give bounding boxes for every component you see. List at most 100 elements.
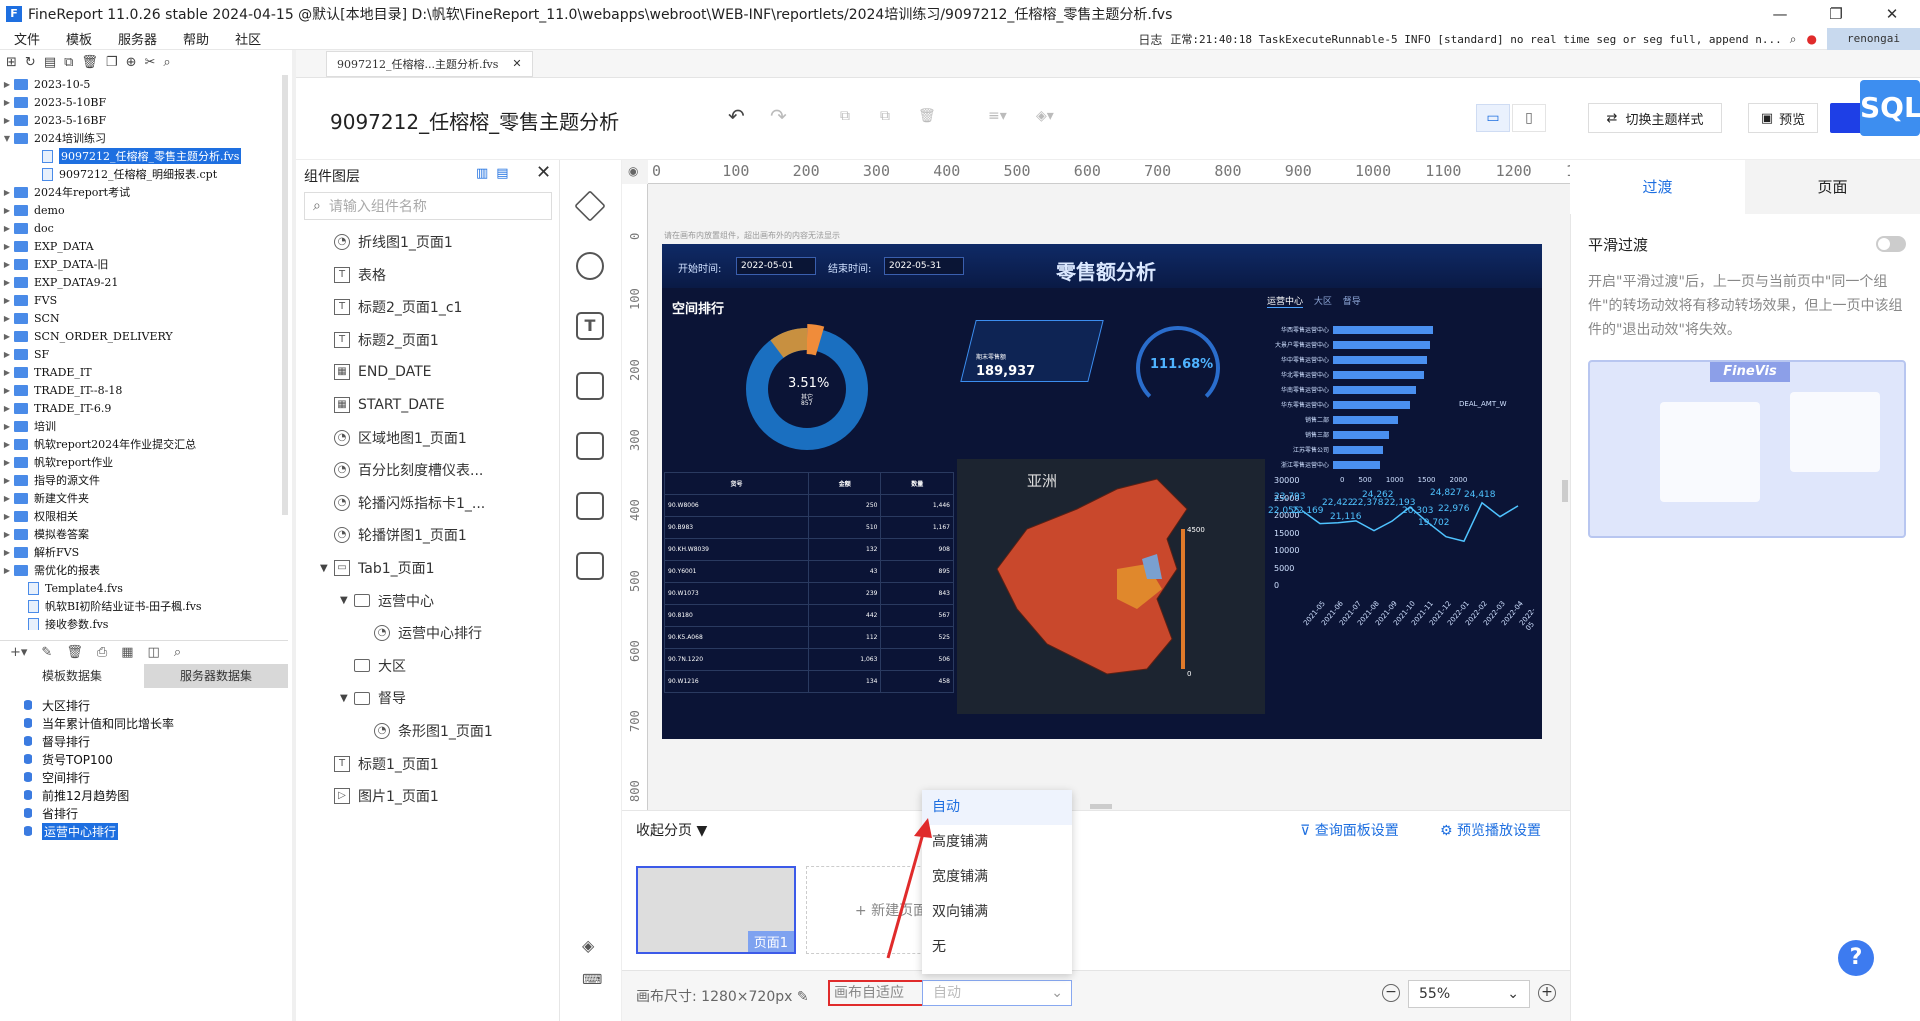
copy-icon[interactable]: ⧉ (64, 55, 73, 70)
chevron-right-icon[interactable]: ▶ (0, 386, 14, 395)
option-none[interactable]: 无 (922, 930, 1072, 965)
tree-item[interactable]: ▶ EXP_DATA9-21 (0, 273, 288, 291)
column-header[interactable]: 金额 (807, 472, 882, 495)
table-row[interactable]: 90.K5.A068 112 525 (664, 626, 954, 649)
log-label[interactable]: 日志 (1138, 31, 1162, 48)
start-date-field[interactable]: 2022-05-01 (736, 257, 816, 275)
menu-server[interactable]: 服务器 (104, 29, 169, 48)
layer-view-icons[interactable]: ▥▤ (476, 166, 517, 181)
dataset-item[interactable]: 空间排行 (0, 768, 288, 786)
tree-scrollbar[interactable] (282, 75, 288, 515)
delete-icon[interactable]: 🗑 (81, 55, 98, 70)
save-button[interactable] (1830, 103, 1864, 133)
archive-component-icon[interactable] (576, 552, 604, 580)
column-header[interactable]: 货号 (664, 472, 809, 495)
layer-item[interactable]: ◔ 轮播饼图1_页面1 (320, 523, 467, 547)
layer-item[interactable]: ▼ 运营中心 (340, 589, 434, 613)
dataset-db-icon[interactable]: ◫ (148, 645, 160, 660)
switch-theme-button[interactable]: ⇄ 切换主题样式 (1588, 103, 1722, 133)
tree-item[interactable]: ▶ 权限相关 (0, 507, 288, 525)
chevron-right-icon[interactable]: ▶ (0, 224, 14, 233)
dash-tab-ops-center[interactable]: 运营中心 (1267, 297, 1304, 308)
chevron-right-icon[interactable]: ▶ (0, 476, 14, 485)
edit-dataset-icon[interactable]: ✎ (41, 645, 52, 660)
caret-down-icon[interactable]: ▼ (320, 563, 334, 574)
open-icon[interactable]: ▤ (44, 55, 56, 70)
dashboard-title[interactable]: 零售额分析 (1056, 256, 1156, 285)
layer-item[interactable]: T 标题1_页面1 (320, 752, 439, 776)
tree-item[interactable]: 9097212_任榕榕_零售主题分析.fvs (0, 147, 288, 165)
chevron-right-icon[interactable]: ▶ (0, 548, 14, 557)
chevron-right-icon[interactable]: ▶ (0, 116, 14, 125)
tree-item[interactable]: ▶ 解析FVS (0, 543, 288, 561)
layer-item[interactable]: ◔ 折线图1_页面1 (320, 230, 453, 254)
chevron-right-icon[interactable]: ▶ (0, 206, 14, 215)
product-table[interactable]: 货号 金额 数量 90.W8006 250 1,446 90.B983 510 1,167 90.… (664, 472, 954, 693)
locate-icon[interactable]: ⊕ (126, 55, 137, 70)
close-layers-icon[interactable]: ✕ (536, 162, 551, 183)
layer-item[interactable]: ◔ 运营中心排行 (360, 621, 482, 645)
dataset-item[interactable]: 大区排行 (0, 696, 288, 714)
search-tree-icon[interactable]: ⌕ (163, 55, 170, 70)
chevron-right-icon[interactable]: ▶ (0, 530, 14, 539)
tree-item[interactable]: ▶ EXP_DATA (0, 237, 288, 255)
dashboard-canvas[interactable]: 零售额分析 开始时间: 2022-05-01 结束时间: 2022-05-31 … (662, 244, 1542, 739)
collapse-pages-button[interactable]: 收起分页 ▼ (636, 820, 707, 840)
canvas-size-label[interactable]: 画布尺寸: 1280×720px ✎ (636, 986, 809, 1006)
chevron-right-icon[interactable]: ▶ (0, 512, 14, 521)
bar[interactable] (1333, 415, 1398, 424)
tab-server-dataset[interactable]: 服务器数据集 (144, 664, 288, 688)
end-date-field[interactable]: 2022-05-31 (884, 257, 964, 275)
page-title[interactable]: 9097212_任榕榕_零售主题分析 (330, 106, 619, 135)
chevron-right-icon[interactable]: ▶ (0, 440, 14, 449)
chevron-right-icon[interactable]: ▶ (0, 458, 14, 467)
delete-component-icon[interactable]: 🗑 (918, 108, 936, 124)
search-dataset-icon[interactable]: ⌕ (174, 645, 181, 660)
option-auto[interactable]: 自动 (922, 790, 1072, 825)
tree-item[interactable]: ▶ 帆软report2024年作业提交汇总 (0, 435, 288, 453)
tree-item[interactable]: ▼ 2024培训练习 (0, 129, 288, 147)
tree-item[interactable]: 9097212_任榕榕_明细报表.cpt (0, 165, 288, 183)
tree-item[interactable]: ▶ 模拟卷答案 (0, 525, 288, 543)
chevron-right-icon[interactable]: ▶ (0, 494, 14, 503)
keyboard-icon[interactable]: ⌨ (582, 972, 602, 988)
dash-tab-supervisor[interactable]: 督导 (1343, 297, 1361, 307)
query-panel-settings-button[interactable]: ⊽ 查询面板设置 (1300, 820, 1399, 840)
delete-dataset-icon[interactable]: 🗑 (66, 645, 83, 660)
tree-item[interactable]: ▶ SCN (0, 309, 288, 327)
bar[interactable] (1333, 370, 1425, 379)
media-component-icon[interactable] (576, 372, 604, 400)
tree-item[interactable]: ▶ 2023-5-16BF (0, 111, 288, 129)
menu-community[interactable]: 社区 (221, 29, 273, 48)
tree-item[interactable]: ▶ demo (0, 201, 288, 219)
tree-item[interactable]: 帆软BI初阶结业证书-田子楓.fvs (0, 597, 288, 615)
chart-component-icon[interactable] (576, 252, 604, 280)
bar[interactable] (1333, 430, 1390, 439)
layer-item[interactable]: ▼ 督导 (340, 686, 406, 710)
space-ranking-title[interactable]: 空间排行 (672, 298, 724, 317)
column-header[interactable]: 数量 (880, 472, 954, 495)
tree-item[interactable]: ▶ 2023-5-10BF (0, 93, 288, 111)
add-dataset-icon[interactable]: +▾ (10, 645, 27, 660)
paste-component-icon[interactable]: ⧉ (880, 108, 890, 124)
option-fit-width[interactable]: 宽度铺满 (922, 860, 1072, 895)
table-row[interactable]: 90.8180 442 567 (664, 604, 954, 627)
restore-icon[interactable]: ❐ (1808, 0, 1864, 28)
chevron-right-icon[interactable]: ▶ (0, 260, 14, 269)
zoom-out-icon[interactable]: − (1382, 984, 1400, 1002)
tab-transition[interactable]: 过渡 (1570, 160, 1745, 214)
dataset-cache-icon[interactable]: ▦ (121, 645, 133, 660)
ops-center-bar-chart[interactable]: 华西零售运营中心 大景户零售运营中心 华中零售运营中心 华北零售运营中心 华南零售运营中… (1268, 322, 1518, 472)
chevron-right-icon[interactable]: ▶ (0, 422, 14, 431)
option-fit-both[interactable]: 双向铺满 (922, 895, 1072, 930)
autofit-select[interactable]: 自动 ⌄ (922, 980, 1072, 1006)
tree-item[interactable]: ▶ 2024年report考试 (0, 183, 288, 201)
chevron-right-icon[interactable]: ▶ (0, 98, 14, 107)
layer-item[interactable]: T 标题2_页面1 (320, 328, 439, 352)
dataset-item[interactable]: 督导排行 (0, 732, 288, 750)
line-series[interactable] (1302, 501, 1519, 543)
mobile-view-icon[interactable]: ▯ (1512, 104, 1546, 132)
layers-icon[interactable]: ◈ (582, 936, 594, 955)
duplicate-icon[interactable]: ❐ (106, 55, 118, 70)
minimize-icon[interactable]: — (1752, 0, 1808, 28)
